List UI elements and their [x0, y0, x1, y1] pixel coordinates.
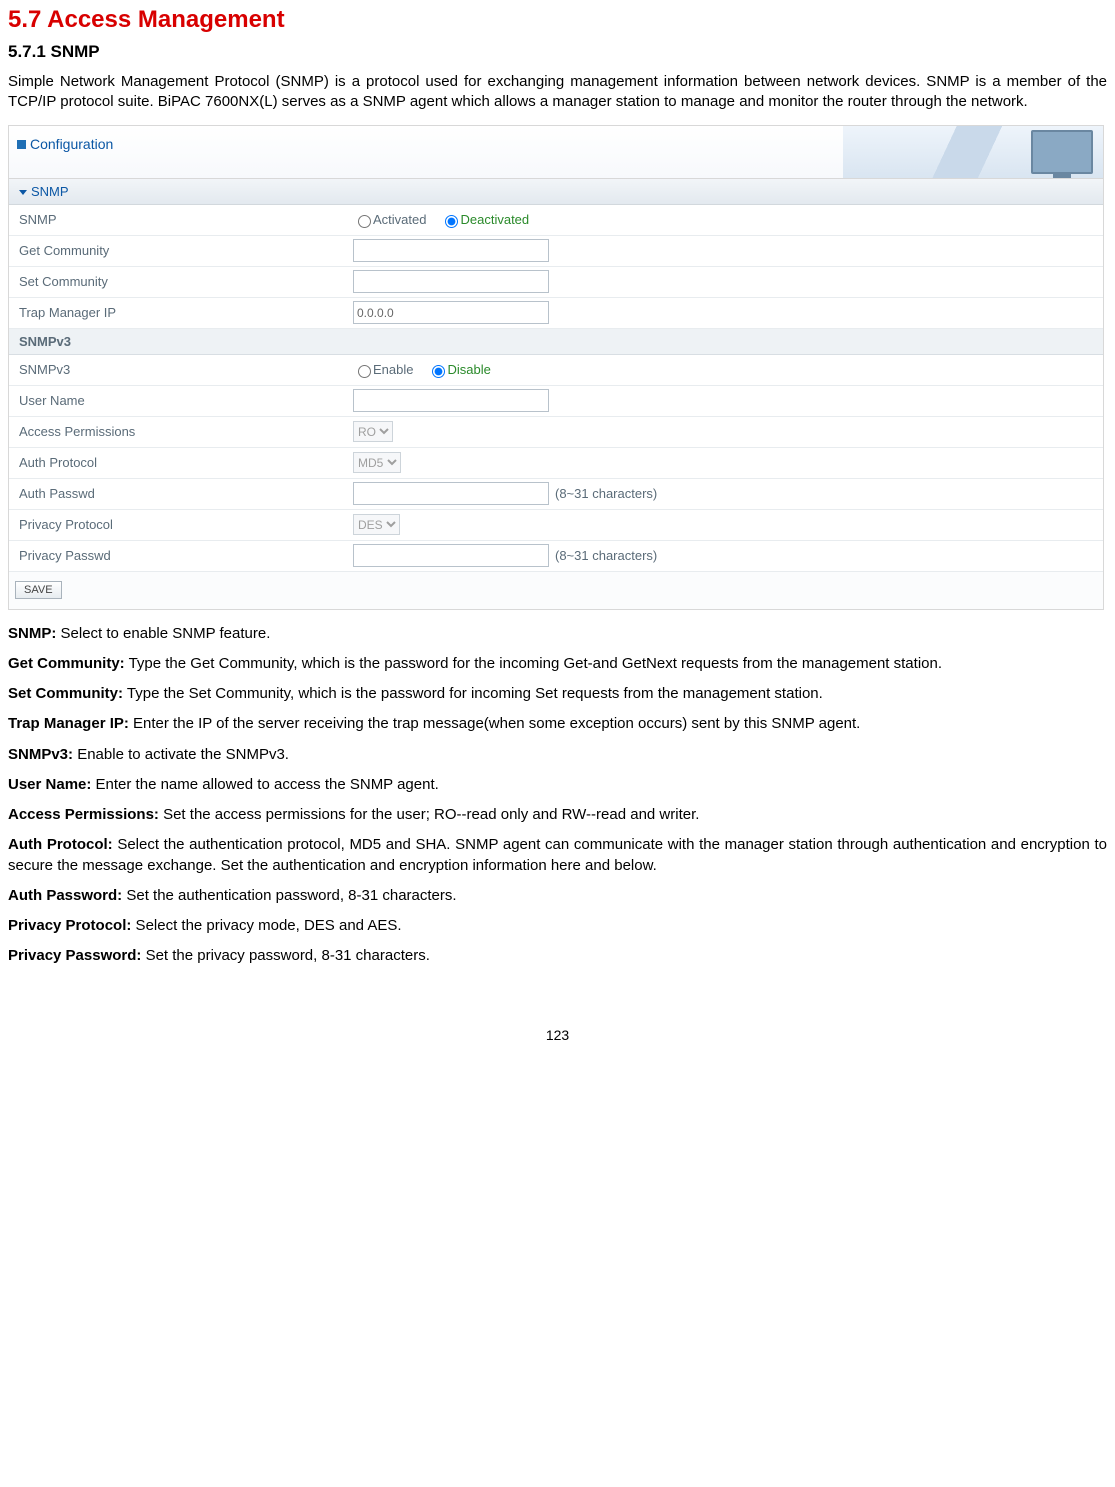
row-set-community: Set Community — [9, 267, 1103, 298]
config-screenshot: Configuration SNMP SNMP Activated Deacti… — [8, 125, 1104, 610]
desc-snmp: SNMP: Select to enable SNMP feature. — [8, 624, 1107, 644]
desc-access-permissions: Access Permissions: Set the access permi… — [8, 805, 1107, 825]
row-user-name: User Name — [9, 386, 1103, 417]
intro-paragraph: Simple Network Management Protocol (SNMP… — [8, 72, 1107, 113]
input-user-name[interactable] — [353, 389, 549, 412]
row-privacy-protocol: Privacy Protocol DES — [9, 510, 1103, 541]
row-auth-protocol: Auth Protocol MD5 — [9, 448, 1103, 479]
label-trap-ip: Trap Manager IP — [9, 300, 349, 325]
desc-get-community: Get Community: Type the Get Community, w… — [8, 654, 1107, 674]
label-auth-passwd: Auth Passwd — [9, 481, 349, 506]
save-row: SAVE — [9, 572, 1103, 609]
config-title-text: Configuration — [30, 136, 113, 152]
config-title: Configuration — [17, 136, 113, 152]
input-trap-ip[interactable] — [353, 301, 549, 324]
radio-snmpv3-disable[interactable]: Disable — [427, 362, 490, 378]
radio-snmp-activated[interactable]: Activated — [353, 212, 426, 228]
row-trap-ip: Trap Manager IP — [9, 298, 1103, 329]
input-set-community[interactable] — [353, 270, 549, 293]
subsection-heading: 5.7.1 SNMP — [8, 42, 1107, 62]
label-user-name: User Name — [9, 388, 349, 413]
chevron-down-icon — [19, 190, 27, 195]
row-get-community: Get Community — [9, 236, 1103, 267]
label-snmp: SNMP — [9, 207, 349, 232]
select-auth-protocol[interactable]: MD5 — [353, 452, 401, 473]
row-snmp: SNMP Activated Deactivated — [9, 205, 1103, 236]
section-heading: 5.7 Access Management — [8, 6, 1107, 34]
header-art — [843, 126, 1103, 178]
row-access-permissions: Access Permissions RO — [9, 417, 1103, 448]
page-number: 123 — [8, 1027, 1107, 1043]
radio-snmp-deactivated[interactable]: Deactivated — [440, 212, 529, 228]
hint-privacy-passwd: (8~31 characters) — [555, 548, 657, 563]
input-get-community[interactable] — [353, 239, 549, 262]
monitor-icon — [1031, 130, 1093, 174]
config-header: Configuration — [9, 126, 1103, 179]
select-privacy-protocol[interactable]: DES — [353, 514, 400, 535]
radio-snmpv3-enable[interactable]: Enable — [353, 362, 413, 378]
subhead-snmpv3: SNMPv3 — [9, 329, 1103, 355]
label-privacy-protocol: Privacy Protocol — [9, 512, 349, 537]
label-auth-protocol: Auth Protocol — [9, 450, 349, 475]
save-button[interactable]: SAVE — [15, 581, 62, 599]
select-access-permissions[interactable]: RO — [353, 421, 393, 442]
label-snmpv3: SNMPv3 — [9, 357, 349, 382]
desc-privacy-password: Privacy Password: Set the privacy passwo… — [8, 946, 1107, 966]
desc-privacy-protocol: Privacy Protocol: Select the privacy mod… — [8, 916, 1107, 936]
label-privacy-passwd: Privacy Passwd — [9, 543, 349, 568]
desc-snmpv3: SNMPv3: Enable to activate the SNMPv3. — [8, 745, 1107, 765]
row-privacy-passwd: Privacy Passwd (8~31 characters) — [9, 541, 1103, 572]
hint-auth-passwd: (8~31 characters) — [555, 486, 657, 501]
desc-auth-protocol: Auth Protocol: Select the authentication… — [8, 835, 1107, 876]
label-set-community: Set Community — [9, 269, 349, 294]
row-auth-passwd: Auth Passwd (8~31 characters) — [9, 479, 1103, 510]
desc-user-name: User Name: Enter the name allowed to acc… — [8, 775, 1107, 795]
label-access-permissions: Access Permissions — [9, 419, 349, 444]
panel-title: SNMP — [31, 184, 69, 199]
desc-set-community: Set Community: Type the Set Community, w… — [8, 684, 1107, 704]
input-privacy-passwd[interactable] — [353, 544, 549, 567]
desc-trap-ip: Trap Manager IP: Enter the IP of the ser… — [8, 714, 1107, 734]
desc-auth-password: Auth Password: Set the authentication pa… — [8, 886, 1107, 906]
input-auth-passwd[interactable] — [353, 482, 549, 505]
label-get-community: Get Community — [9, 238, 349, 263]
panel-title-bar: SNMP — [9, 179, 1103, 205]
row-snmpv3: SNMPv3 Enable Disable — [9, 355, 1103, 386]
config-title-icon — [17, 140, 26, 149]
